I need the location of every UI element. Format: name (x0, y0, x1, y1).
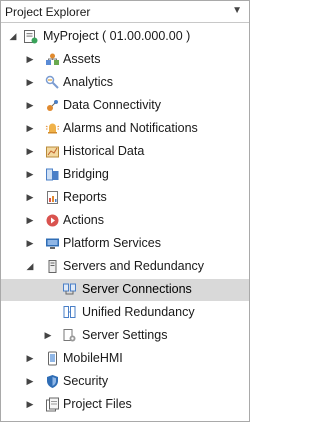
tree-item-data-connectivity[interactable]: ▶ Data Connectivity (1, 95, 249, 117)
tree-item-alarms[interactable]: ▶ Alarms and Notifications (1, 118, 249, 140)
expand-arrow-icon[interactable]: ▶ (25, 53, 35, 65)
actions-icon (45, 213, 60, 228)
collapse-arrow-icon[interactable]: ◢ (8, 30, 18, 42)
tree-item-label: Servers and Redundancy (63, 259, 205, 273)
tree-item-security[interactable]: ▶ Security (1, 371, 249, 393)
tree-item-label: Project Files (63, 397, 132, 411)
tree-item-platform-services[interactable]: ▶ Platform Services (1, 233, 249, 255)
expand-arrow-icon[interactable]: ▶ (25, 398, 35, 410)
tree-item-reports[interactable]: ▶ Reports (1, 187, 249, 209)
tree-item-unified-redundancy[interactable]: Unified Redundancy (1, 302, 249, 324)
reports-icon (45, 190, 60, 205)
tree-item-actions[interactable]: ▶ Actions (1, 210, 249, 232)
historical-data-icon (45, 144, 60, 159)
expand-arrow-icon[interactable]: ▶ (25, 145, 35, 157)
tree-item-server-settings[interactable]: ▶ Server Settings (1, 325, 249, 347)
security-icon (45, 374, 60, 389)
project-icon (23, 29, 38, 44)
expand-arrow-icon[interactable]: ▶ (25, 214, 35, 226)
expand-arrow-icon[interactable]: ▶ (43, 329, 53, 341)
tree-item-label: Security (63, 374, 109, 388)
tree-item-label: Server Settings (82, 328, 168, 342)
project-files-icon (45, 397, 60, 412)
tree-item-mobilehmi[interactable]: ▶ MobileHMI (1, 348, 249, 370)
expand-arrow-icon[interactable]: ▶ (25, 122, 35, 134)
tree-root-label: MyProject ( 01.00.000.00 ) (43, 29, 191, 43)
collapse-arrow-icon[interactable]: ◢ (25, 260, 35, 272)
project-explorer-panel: Project Explorer ▼ ◢ MyProject ( 01.00.0… (0, 0, 250, 422)
server-settings-icon (62, 328, 77, 343)
tree-item-bridging[interactable]: ▶ Bridging (1, 164, 249, 186)
tree-item-project-files[interactable]: ▶ Project Files (1, 394, 249, 416)
tree-item-analytics[interactable]: ▶ Analytics (1, 72, 249, 94)
tree-item-server-connections[interactable]: Server Connections (1, 279, 249, 301)
servers-icon (45, 259, 60, 274)
tree-item-label: Assets (63, 52, 101, 66)
bridging-icon (45, 167, 60, 182)
server-connections-icon (62, 282, 77, 297)
tree-item-label: Bridging (63, 167, 109, 181)
tree-item-assets[interactable]: ▶ Assets (1, 49, 249, 71)
analytics-icon (45, 75, 60, 90)
panel-titlebar[interactable]: Project Explorer ▼ (1, 1, 249, 23)
tree-item-label: MobileHMI (63, 351, 123, 365)
tree-root[interactable]: ◢ MyProject ( 01.00.000.00 ) (1, 26, 249, 48)
expand-arrow-icon[interactable]: ▶ (25, 352, 35, 364)
expand-arrow-icon[interactable]: ▶ (25, 375, 35, 387)
tree-item-label: Data Connectivity (63, 98, 161, 112)
expand-arrow-icon[interactable]: ▶ (25, 237, 35, 249)
expand-arrow-icon[interactable]: ▶ (25, 191, 35, 203)
expand-arrow-icon[interactable]: ▶ (25, 76, 35, 88)
tree-item-label: Historical Data (63, 144, 145, 158)
tree-item-servers-and-redundancy[interactable]: ◢ Servers and Redundancy (1, 256, 249, 278)
tree-item-label: Server Connections (82, 282, 192, 296)
unified-redundancy-icon (62, 305, 77, 320)
mobilehmi-icon (45, 351, 60, 366)
tree-item-label: Actions (63, 213, 104, 227)
tree-item-label: Alarms and Notifications (63, 121, 198, 135)
tree-item-label: Reports (63, 190, 107, 204)
data-connectivity-icon (45, 98, 60, 113)
tree-item-historical-data[interactable]: ▶ Historical Data (1, 141, 249, 163)
panel-dropdown-icon[interactable]: ▼ (232, 5, 242, 16)
tree-item-label: Unified Redundancy (82, 305, 195, 319)
tree-item-label: Analytics (63, 75, 114, 89)
expand-arrow-icon[interactable]: ▶ (25, 99, 35, 111)
assets-icon (45, 52, 60, 67)
panel-title: Project Explorer (5, 5, 91, 19)
expand-arrow-icon[interactable]: ▶ (25, 168, 35, 180)
platform-services-icon (45, 236, 60, 251)
tree-item-label: Platform Services (63, 236, 161, 250)
alarms-icon (45, 121, 60, 136)
